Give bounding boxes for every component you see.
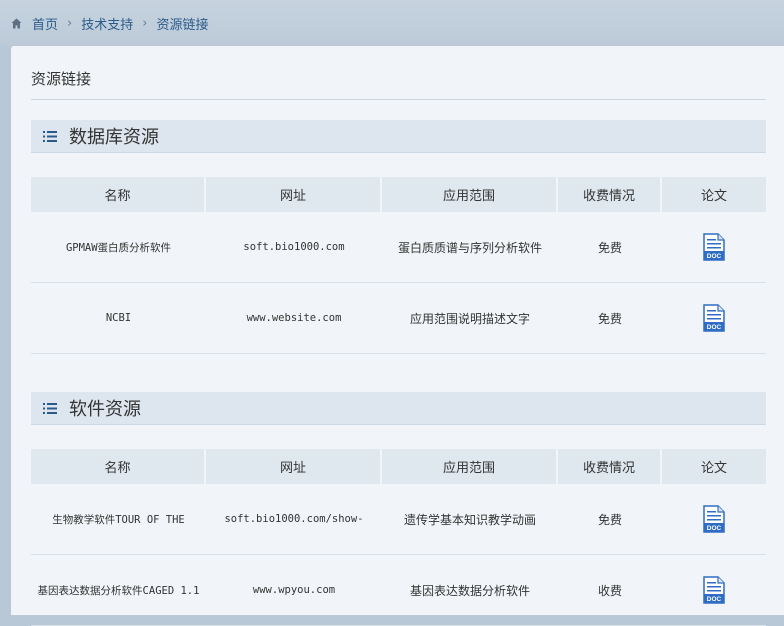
column-header-paper: 论文 [662, 449, 766, 484]
doc-icon[interactable]: DOC [703, 304, 725, 332]
table-row: 基因表达数据分析软件CAGED 1.1 www.wpyou.com 基因表达数据… [31, 555, 766, 626]
title-divider [31, 99, 766, 100]
cell-url[interactable]: soft.bio1000.com [206, 212, 382, 283]
content-panel: 资源链接 数据库资源 名称 网址 应用范围 收费情况 论文 GPMAW蛋白质分析… [11, 46, 784, 626]
table-row: GPMAW蛋白质分析软件 soft.bio1000.com 蛋白质质谱与序列分析… [31, 212, 766, 283]
cell-paper: DOC [662, 212, 766, 283]
column-header-url: 网址 [206, 449, 382, 484]
list-icon [43, 402, 57, 414]
cell-name: NCBI [31, 283, 206, 354]
section-header-software: 软件资源 [31, 392, 766, 425]
cell-paper: DOC [662, 484, 766, 555]
column-header-scope: 应用范围 [382, 177, 558, 212]
cell-name: GPMAW蛋白质分析软件 [31, 212, 206, 283]
cell-url[interactable]: www.wpyou.com [206, 555, 382, 626]
section-title: 软件资源 [69, 399, 141, 420]
resource-table-software: 名称 网址 应用范围 收费情况 论文 生物教学软件TOUR OF THE sof… [31, 449, 766, 626]
svg-text:DOC: DOC [707, 253, 722, 260]
home-icon[interactable] [11, 18, 22, 29]
table-row: 生物教学软件TOUR OF THE soft.bio1000.com/show-… [31, 484, 766, 555]
breadcrumb-tech-support-link[interactable]: 技术支持 [81, 14, 133, 33]
doc-icon[interactable]: DOC [703, 233, 725, 261]
cell-url[interactable]: www.website.com [206, 283, 382, 354]
cell-scope: 应用范围说明描述文字 [382, 283, 558, 354]
table-row: NCBI www.website.com 应用范围说明描述文字 免费 DOC [31, 283, 766, 354]
doc-icon[interactable]: DOC [703, 505, 725, 533]
column-header-url: 网址 [206, 177, 382, 212]
cell-name: 基因表达数据分析软件CAGED 1.1 [31, 555, 206, 626]
column-header-name: 名称 [31, 177, 206, 212]
column-header-fee: 收费情况 [558, 449, 662, 484]
chevron-right-icon: › [67, 15, 73, 31]
column-header-fee: 收费情况 [558, 177, 662, 212]
cell-scope: 遗传学基本知识教学动画 [382, 484, 558, 555]
resource-table-database: 名称 网址 应用范围 收费情况 论文 GPMAW蛋白质分析软件 soft.bio… [31, 177, 766, 354]
cell-fee: 免费 [558, 484, 662, 555]
cell-paper: DOC [662, 283, 766, 354]
cell-fee: 收费 [558, 555, 662, 626]
cell-fee: 免费 [558, 283, 662, 354]
column-header-scope: 应用范围 [382, 449, 558, 484]
cell-fee: 免费 [558, 212, 662, 283]
page-title: 资源链接 [31, 70, 92, 88]
cell-scope: 蛋白质质谱与序列分析软件 [382, 212, 558, 283]
svg-text:DOC: DOC [707, 596, 722, 603]
section-title: 数据库资源 [69, 127, 159, 148]
table-header-row: 名称 网址 应用范围 收费情况 论文 [31, 449, 766, 484]
svg-text:DOC: DOC [707, 525, 722, 532]
breadcrumb: 首页 › 技术支持 › 资源链接 [0, 0, 784, 46]
breadcrumb-resource-links-link[interactable]: 资源链接 [156, 14, 208, 33]
table-header-row: 名称 网址 应用范围 收费情况 论文 [31, 177, 766, 212]
section-header-database: 数据库资源 [31, 120, 766, 153]
cell-name: 生物教学软件TOUR OF THE [31, 484, 206, 555]
breadcrumb-home-link[interactable]: 首页 [32, 14, 58, 33]
svg-text:DOC: DOC [707, 324, 722, 331]
chevron-right-icon: › [142, 15, 148, 31]
cell-url[interactable]: soft.bio1000.com/show- [206, 484, 382, 555]
list-icon [43, 130, 57, 142]
cell-scope: 基因表达数据分析软件 [382, 555, 558, 626]
column-header-name: 名称 [31, 449, 206, 484]
doc-icon[interactable]: DOC [703, 576, 725, 604]
cell-paper: DOC [662, 555, 766, 626]
column-header-paper: 论文 [662, 177, 766, 212]
